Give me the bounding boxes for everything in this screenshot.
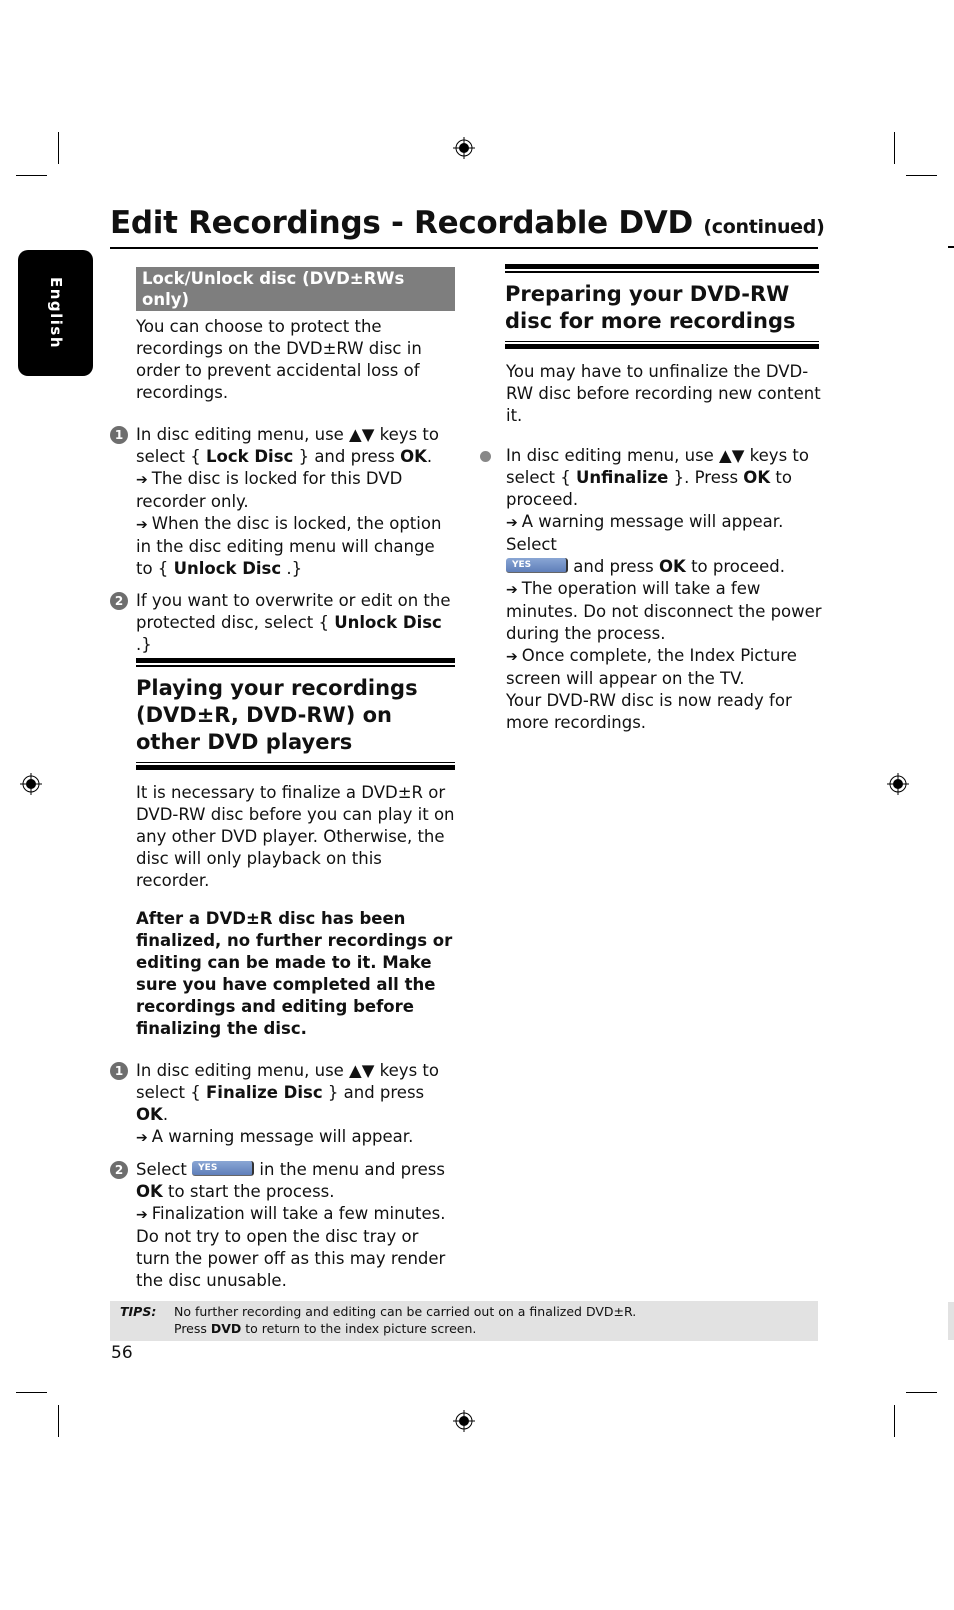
- crop-mark: [58, 1405, 59, 1437]
- tips-line-2: to return to the index picture screen.: [241, 1321, 477, 1336]
- finalize-warning: After a DVD±R disc has been finalized, n…: [136, 909, 453, 1038]
- finalize-step-2: 2 Select YES in the menu and press OK to…: [110, 1159, 455, 1292]
- bullet-icon: [480, 451, 491, 462]
- ok-key-label: OK: [136, 1182, 163, 1201]
- step-text: .: [162, 1105, 169, 1124]
- page-title-text: Edit Recordings - Recordable DVD: [110, 205, 693, 241]
- heading-rule: [136, 665, 455, 667]
- result-text: .}: [281, 559, 303, 578]
- step-number-badge: 2: [110, 1161, 128, 1179]
- step-number-badge: 1: [110, 1062, 128, 1080]
- step-text: to start the process.: [162, 1182, 335, 1201]
- step-text: }. Press: [668, 468, 744, 487]
- step-number-badge: 1: [110, 426, 128, 444]
- result-text: Finalization will take a few minutes. Do…: [136, 1204, 446, 1290]
- result-text: to proceed.: [685, 557, 785, 576]
- heading-rule: [136, 761, 455, 763]
- heading-rule: [136, 765, 455, 770]
- ok-key-label: OK: [136, 1105, 163, 1124]
- crop-mark: [58, 132, 59, 164]
- result-text: Once complete, the Index Picture screen …: [506, 646, 797, 688]
- arrow-right-icon: ➔: [506, 582, 518, 598]
- step-text: Select: [136, 1160, 193, 1179]
- crop-mark: [16, 1392, 47, 1393]
- playing-recordings-heading: Playing your recordings (DVD±R, DVD-RW) …: [136, 675, 418, 754]
- playing-intro: It is necessary to finalize a DVD±R or D…: [136, 783, 455, 890]
- heading-rule: [136, 658, 455, 663]
- crop-mark: [16, 175, 47, 176]
- tips-box: TIPS: No further recording and editing c…: [110, 1301, 818, 1341]
- ok-key-label: OK: [400, 447, 427, 466]
- tips-text: No further recording and editing can be …: [174, 1303, 636, 1337]
- page-number: 56: [111, 1343, 133, 1363]
- edge-tab: [948, 1302, 954, 1340]
- language-tab-label: English: [47, 276, 65, 350]
- yes-button-label: YES: [198, 1163, 218, 1173]
- result-text: A warning message will appear. Select: [506, 512, 784, 554]
- preparing-dvd-rw-section: Preparing your DVD-RW disc for more reco…: [480, 264, 825, 734]
- playing-recordings-section: Playing your recordings (DVD±R, DVD-RW) …: [110, 658, 455, 1324]
- step-text: in the menu and press: [254, 1160, 445, 1179]
- registration-mark-icon: [20, 773, 42, 795]
- unfinalize-bullet: In disc editing menu, use ▲▼ keys to sel…: [480, 445, 825, 734]
- lock-step-2: 2 If you want to overwrite or edit on th…: [110, 590, 455, 656]
- crop-mark: [894, 1405, 895, 1437]
- heading-rule: [505, 271, 819, 273]
- arrow-right-icon: ➔: [136, 472, 148, 488]
- heading-rule: [505, 344, 819, 349]
- step-text: } and press: [322, 1083, 425, 1102]
- ok-key-label: OK: [743, 468, 771, 487]
- language-tab: English: [18, 250, 93, 376]
- crop-mark: [894, 132, 895, 164]
- result-text: The disc is locked for this DVD recorder…: [136, 469, 403, 511]
- heading-rule: [505, 340, 819, 342]
- arrow-right-icon: ➔: [136, 1207, 148, 1223]
- arrow-right-icon: ➔: [506, 515, 518, 531]
- page-title-suffix: (continued): [703, 216, 825, 238]
- closing-text: Your DVD-RW disc is now ready for more r…: [506, 691, 792, 732]
- yes-button-graphic: YES: [192, 1161, 255, 1176]
- page-title: Edit Recordings - Recordable DVD (contin…: [110, 205, 825, 241]
- lock-unlock-section: Lock/Unlock disc (DVD±RWs only) You can …: [110, 267, 455, 656]
- arrow-right-icon: ➔: [136, 1130, 148, 1146]
- step-text: .: [426, 447, 433, 466]
- tips-line-1: No further recording and editing can be …: [174, 1304, 637, 1319]
- registration-mark-icon: [453, 1410, 475, 1432]
- crop-mark: [948, 246, 954, 248]
- registration-mark-icon: [887, 773, 909, 795]
- arrow-right-icon: ➔: [136, 517, 148, 533]
- heading-rule: [505, 264, 819, 269]
- preparing-intro: You may have to unfinalize the DVD-RW di…: [506, 362, 821, 425]
- crop-mark: [906, 175, 937, 176]
- dvd-key-label: DVD: [210, 1321, 242, 1336]
- menu-option-unlock-disc: Unlock Disc: [334, 613, 442, 632]
- menu-option-lock-disc: Lock Disc: [206, 447, 294, 466]
- step-text: } and press: [293, 447, 401, 466]
- step-text: .}: [136, 635, 152, 654]
- lock-unlock-heading: Lock/Unlock disc (DVD±RWs only): [136, 267, 455, 311]
- result-text: and press: [568, 557, 660, 576]
- tips-line-2: Press: [174, 1321, 211, 1336]
- yes-button-graphic: YES: [506, 558, 568, 573]
- result-text: The operation will take a few minutes. D…: [506, 579, 822, 643]
- result-text: A warning message will appear.: [151, 1127, 414, 1146]
- title-rule: [110, 247, 818, 249]
- crop-mark: [906, 1392, 937, 1393]
- finalize-step-1: 1 In disc editing menu, use ▲▼ keys to s…: [110, 1060, 455, 1149]
- menu-option-unlock-disc: Unlock Disc: [173, 559, 282, 578]
- tips-label: TIPS:: [120, 1304, 157, 1319]
- registration-mark-icon: [453, 137, 475, 159]
- ok-key-label: OK: [659, 557, 686, 576]
- step-number-badge: 2: [110, 592, 128, 610]
- preparing-heading: Preparing your DVD-RW disc for more reco…: [505, 281, 796, 333]
- menu-option-finalize-disc: Finalize Disc: [206, 1083, 323, 1102]
- arrow-right-icon: ➔: [506, 649, 518, 665]
- yes-button-label: YES: [512, 560, 532, 570]
- menu-option-unfinalize: Unfinalize: [576, 468, 669, 487]
- lock-step-1: 1 In disc editing menu, use ▲▼ keys to s…: [110, 424, 455, 580]
- lock-unlock-intro: You can choose to protect the recordings…: [136, 317, 422, 402]
